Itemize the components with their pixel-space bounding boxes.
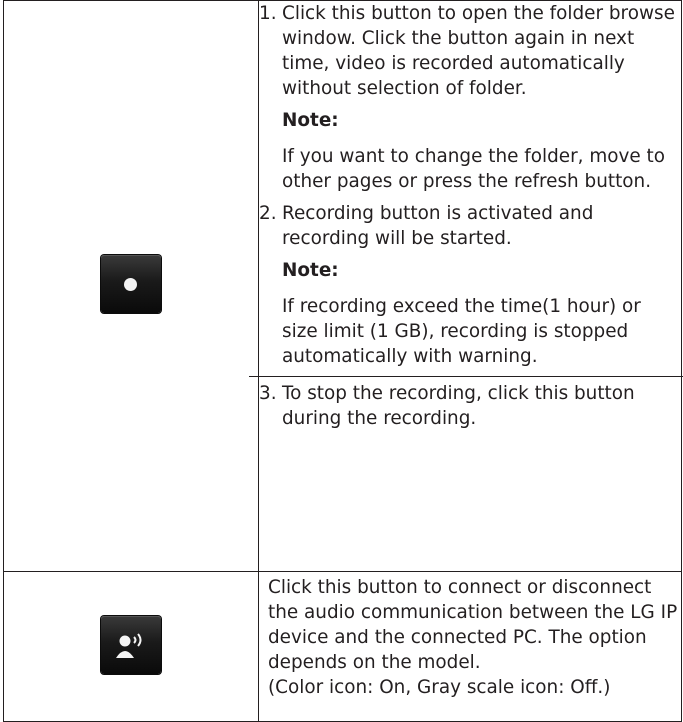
note-text: If you want to change the folder, move t…: [282, 146, 666, 192]
record-dot-icon: [124, 278, 137, 291]
table-row: 1. Click this button to open the folder …: [3, 0, 683, 572]
description-text: Click this button to connect or disconne…: [268, 577, 678, 673]
item-text: Click this button to open the folder bro…: [282, 3, 675, 99]
record-button-icon: [101, 255, 161, 313]
speaker-person-icon: [116, 632, 142, 658]
list-item: 1. Click this button to open the folder …: [259, 1, 681, 101]
item-number: 1.: [259, 3, 277, 24]
description-cell: 1. Click this button to open the folder …: [249, 0, 683, 572]
description-cell: Click this button to connect or disconne…: [258, 571, 682, 722]
note-heading: Note:: [282, 260, 339, 281]
list-item: 2. Recording button is activated and rec…: [259, 201, 681, 251]
list-item: 3. To stop the recording, click this but…: [249, 376, 683, 431]
icon-cell: [3, 571, 259, 722]
note-heading: Note:: [282, 110, 339, 131]
status-legend-text: (Color icon: On, Gray scale icon: Off.): [268, 677, 611, 698]
item-number: 2.: [259, 203, 277, 224]
table-row: Click this button to connect or disconne…: [3, 571, 682, 722]
function-table: 1. Click this button to open the folder …: [3, 0, 683, 722]
audio-talk-button-icon: [101, 615, 161, 674]
icon-cell: [3, 0, 259, 572]
item-text: To stop the recording, click this button…: [282, 383, 635, 429]
note-text: If recording exceed the time(1 hour) or …: [282, 296, 641, 367]
item-text: Recording button is activated and record…: [282, 203, 594, 249]
item-number: 3.: [259, 383, 277, 404]
